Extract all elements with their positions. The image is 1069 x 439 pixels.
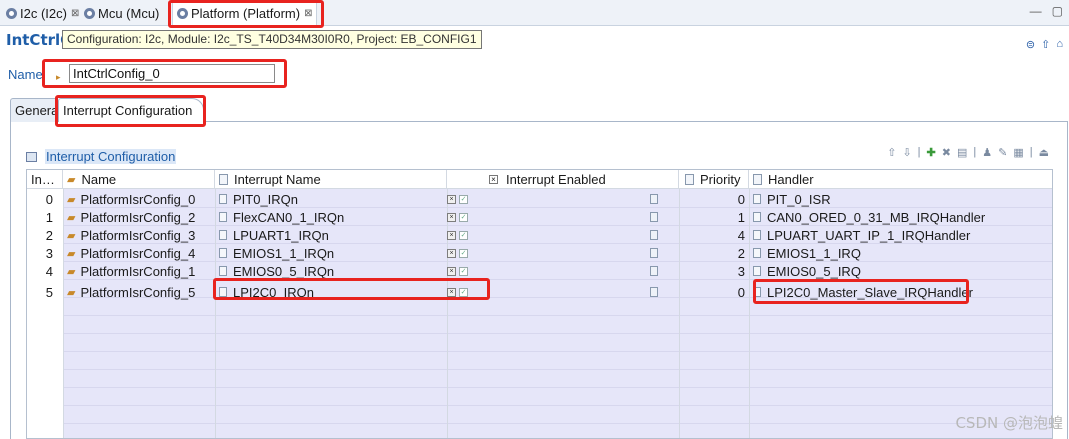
interrupt-enabled-checkbox[interactable]: × ✓	[447, 208, 471, 226]
link-icon[interactable]: ⊜	[1026, 38, 1035, 51]
highlight-lpi2c-irq	[213, 278, 490, 300]
folder-icon: ▰	[67, 286, 76, 299]
edit-icon[interactable]: ✎	[998, 146, 1007, 159]
minimize-icon[interactable]: —	[1030, 4, 1042, 18]
up-icon[interactable]: ⇧	[1041, 38, 1050, 51]
file-icon	[219, 194, 227, 204]
file-icon	[219, 212, 227, 222]
section-title[interactable]: Interrupt Configuration	[45, 149, 177, 164]
table-row[interactable]: 1 ▰ PlatformIsrConfig_2 FlexCAN0_1_IRQn ×…	[27, 208, 1052, 226]
col-name[interactable]: ▰ Name	[63, 170, 215, 189]
calc-icon	[650, 230, 658, 240]
watermark: CSDN @泡泡蝗	[955, 414, 1063, 432]
window-buttons: — ▢	[1030, 4, 1063, 18]
file-icon	[753, 174, 762, 185]
calc-icon	[650, 248, 658, 258]
folder-icon: ▰	[67, 174, 76, 186]
table-header: In… ▰ Name Interrupt Name × Interrupt En…	[27, 170, 1052, 189]
user-icon[interactable]: ♟	[982, 146, 992, 159]
file-icon	[753, 194, 761, 204]
table-row[interactable]: 3 ▰ PlatformIsrConfig_4 EMIOS1_1_IRQn × ✓ …	[27, 244, 1052, 262]
file-icon	[219, 248, 227, 258]
header-toolbar: ⊜ ⇧ ⌂	[1026, 38, 1063, 51]
module-icon	[6, 7, 17, 19]
interrupt-enabled-checkbox[interactable]: × ✓	[447, 244, 471, 262]
close-icon[interactable]: ⊠	[71, 8, 79, 19]
file-icon	[753, 212, 761, 222]
calc-icon	[650, 212, 658, 222]
module-icon	[84, 7, 95, 19]
interrupt-table: In… ▰ Name Interrupt Name × Interrupt En…	[26, 169, 1053, 439]
tab-label: Mcu (Mcu)	[98, 5, 160, 21]
highlight-interrupt-tab	[55, 95, 206, 127]
col-handler[interactable]: Handler	[749, 170, 1052, 189]
name-label: Name	[8, 67, 43, 82]
file-icon	[219, 174, 228, 185]
calc-icon	[650, 194, 658, 204]
table-toolbar: ⇧ ⇩ | ✚ ✖ ▤ | ♟ ✎ ▦ | ⏏	[887, 146, 1049, 159]
tooltip: Configuration: I2c, Module: I2c_TS_T40D3…	[62, 30, 482, 49]
tab-label: I2c (I2c)	[20, 5, 67, 21]
tab-i2c[interactable]: I2c (I2c) ⊠	[2, 0, 83, 26]
col-interrupt-name[interactable]: Interrupt Name	[215, 170, 447, 189]
folder-icon: ▰	[67, 211, 76, 224]
interrupt-enabled-checkbox[interactable]: × ✓	[447, 190, 471, 208]
export-icon[interactable]: ⏏	[1039, 146, 1049, 159]
table-row[interactable]: 0 ▰ PlatformIsrConfig_0 PIT0_IRQn × ✓ 0 PI…	[27, 190, 1052, 208]
editor-tab-strip: I2c (I2c) ⊠ Mcu (Mcu) Platform (Platform…	[0, 0, 1069, 27]
highlight-name-field	[42, 59, 287, 88]
interrupt-enabled-checkbox[interactable]: × ✓	[447, 226, 471, 244]
highlight-platform-tab	[168, 0, 324, 28]
table-row[interactable]: 2 ▰ PlatformIsrConfig_3 LPUART1_IRQn × ✓ 4…	[27, 226, 1052, 244]
move-up-icon[interactable]: ⇧	[887, 146, 896, 159]
highlight-lpi2c-handler	[753, 279, 969, 304]
home-icon[interactable]: ⌂	[1056, 38, 1063, 51]
delete-icon[interactable]: ✖	[942, 146, 951, 159]
file-icon	[753, 230, 761, 240]
file-icon	[685, 174, 694, 185]
col-priority[interactable]: Priority	[679, 170, 749, 189]
section-header: Interrupt Configuration	[26, 149, 177, 164]
file-icon	[219, 230, 227, 240]
col-index[interactable]: In…	[27, 170, 63, 189]
file-icon	[753, 248, 761, 258]
tab-general[interactable]: General	[10, 98, 58, 122]
folder-icon: ▰	[67, 247, 76, 260]
folder-icon: ▰	[67, 193, 76, 206]
col-interrupt-enabled[interactable]: × Interrupt Enabled	[447, 170, 679, 189]
table-row[interactable]: 4 ▰ PlatformIsrConfig_1 EMIOS0_5_IRQn × ✓ …	[27, 262, 1052, 280]
table-icon	[26, 151, 37, 162]
move-down-icon[interactable]: ⇩	[902, 146, 911, 159]
calc-icon	[650, 287, 658, 297]
table-edit-icon[interactable]: ▦	[1013, 146, 1023, 159]
folder-icon: ▰	[67, 265, 76, 278]
copy-icon[interactable]: ▤	[957, 146, 967, 159]
folder-icon: ▰	[67, 229, 76, 242]
add-icon[interactable]: ✚	[927, 146, 936, 159]
calc-icon	[650, 266, 658, 276]
file-icon	[219, 266, 227, 276]
maximize-icon[interactable]: ▢	[1052, 4, 1063, 18]
checkbox-icon: ×	[489, 175, 498, 184]
file-icon	[753, 266, 761, 276]
tab-mcu[interactable]: Mcu (Mcu)	[80, 0, 163, 26]
